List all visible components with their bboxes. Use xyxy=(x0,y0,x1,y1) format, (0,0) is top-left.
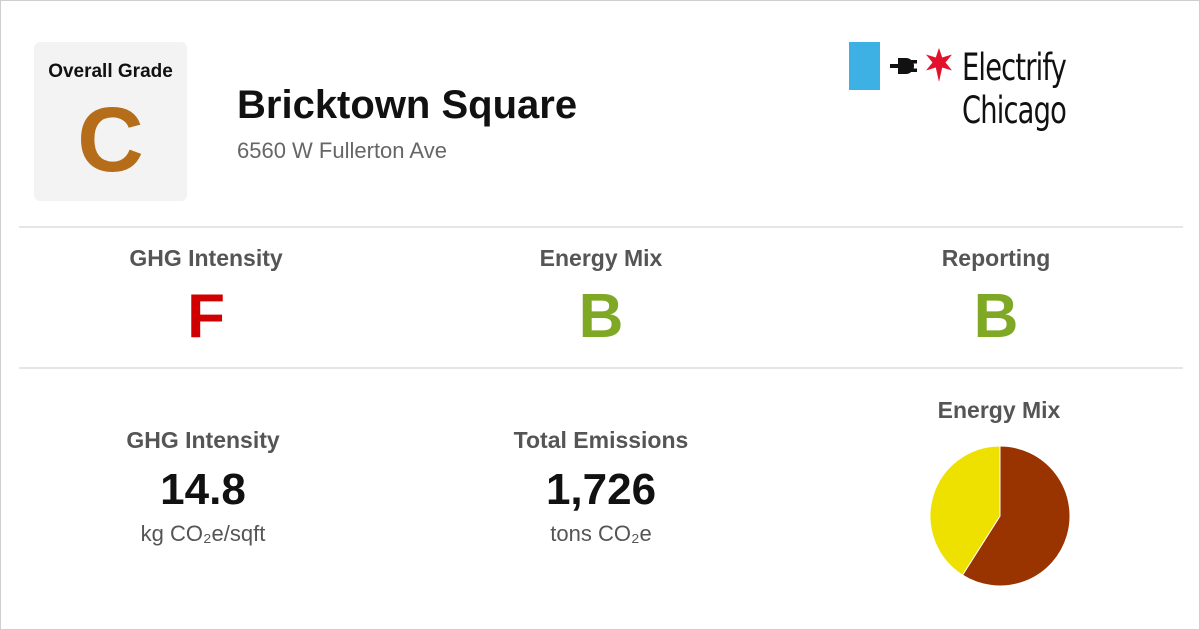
metric-label: GHG Intensity xyxy=(126,427,280,453)
energy-mix-pie-chart xyxy=(929,445,1071,587)
chicago-star-icon xyxy=(926,48,952,82)
metric-value: 14.8 xyxy=(160,465,246,514)
logo-text: Electrify Chicago xyxy=(962,46,1067,132)
overall-grade-letter: C xyxy=(77,89,144,191)
overall-grade-label: Overall Grade xyxy=(48,61,173,82)
plug-icon xyxy=(890,58,917,74)
grade-label: Energy Mix xyxy=(539,245,663,271)
grade-label: GHG Intensity xyxy=(129,245,283,271)
grade-reporting: Reporting B xyxy=(846,245,1146,348)
grade-ghg-intensity: GHG Intensity F xyxy=(56,245,356,348)
metric-total-emissions: Total Emissions 1,726 tons CO₂e xyxy=(451,427,751,547)
metric-value: 1,726 xyxy=(545,465,657,514)
metric-label: Total Emissions xyxy=(513,427,689,453)
grade-energy-mix: Energy Mix B xyxy=(451,245,751,348)
energy-mix-chart-title: Energy Mix xyxy=(937,397,1061,423)
electrify-chicago-logo: Electrify Chicago xyxy=(849,42,1179,132)
metric-ghg-intensity: GHG Intensity 14.8 kg CO₂e/sqft xyxy=(53,427,353,547)
grade-letter: B xyxy=(578,282,624,351)
building-card: Overall Grade C Bricktown Square 6560 W … xyxy=(0,0,1200,630)
grade-letter: F xyxy=(187,282,225,351)
metric-unit: tons CO₂e xyxy=(550,521,652,546)
metric-unit: kg CO₂e/sqft xyxy=(140,521,266,546)
logo-blue-bar xyxy=(849,42,880,90)
divider-middle xyxy=(19,367,1183,369)
overall-grade-box: Overall Grade C xyxy=(34,42,187,201)
grade-label: Reporting xyxy=(941,245,1051,271)
grade-letter: B xyxy=(973,282,1019,351)
building-name: Bricktown Square xyxy=(237,83,578,127)
building-address: 6560 W Fullerton Ave xyxy=(237,138,447,163)
divider-top xyxy=(19,226,1183,228)
